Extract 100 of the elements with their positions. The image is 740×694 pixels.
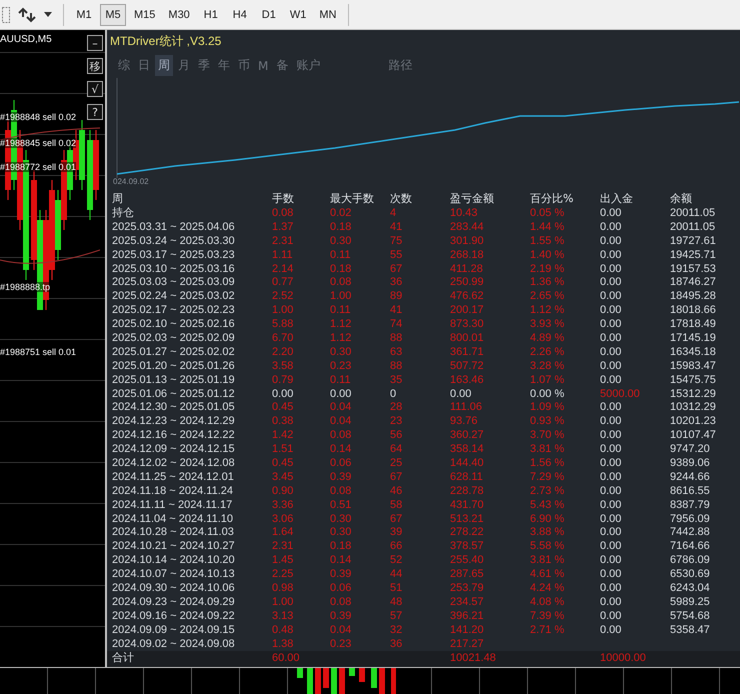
deposit-cell-text: 0.00 <box>600 608 622 623</box>
percent-cell-text: 2.65 % <box>530 289 566 304</box>
order-label: #1988888.tp <box>0 282 50 292</box>
pnl-cell-text: 507.72 <box>450 358 485 373</box>
percent-cell-text: 3.81 % <box>530 553 566 568</box>
grid-icon[interactable] <box>2 6 10 22</box>
column-header: 最大手数 <box>330 192 375 206</box>
timeframe-button[interactable]: H4 <box>226 4 253 26</box>
count-cell-text: 36 <box>390 636 404 651</box>
deposit-cell-text: 0.00 <box>600 400 622 414</box>
period-cell-text: 2024.09.09 ~ 2024.09.15 <box>112 622 236 637</box>
chart-button[interactable]: ? <box>87 104 103 120</box>
caret-icon[interactable] <box>44 12 52 17</box>
timeframe-button[interactable]: W1 <box>284 4 312 26</box>
lots-cell-text: 3.06 <box>272 512 294 526</box>
pnl-cell-text: 283.44 <box>450 220 485 234</box>
count-cell-text: 56 <box>390 428 404 442</box>
timeframe-button[interactable]: M15 <box>129 4 160 26</box>
chart-button[interactable]: 移 <box>87 58 103 74</box>
order-label: #1988751 sell 0.01 <box>0 347 76 357</box>
lots-cell-text: 0.90 <box>272 484 294 498</box>
percent-cell-text: 1.07 % <box>530 372 566 387</box>
balance-cell-text: 7956.09 <box>670 512 711 526</box>
pnl-cell-text: 361.71 <box>450 344 485 359</box>
column-header: 百分比% <box>530 192 574 206</box>
count-cell-text: 64 <box>390 442 404 456</box>
deposit-cell-text: 10000.00 <box>600 650 647 666</box>
count-cell-text: 39 <box>390 525 404 540</box>
lots-cell-text: 6.70 <box>272 331 294 346</box>
pnl-cell-text: 301.90 <box>450 234 485 248</box>
pnl-cell-text: 144.40 <box>450 456 485 470</box>
balance-cell-text: 10107.47 <box>670 428 717 442</box>
period-cell-text: 2024.09.23 ~ 2024.09.29 <box>112 594 236 609</box>
period-cell-text: 2024.11.11 ~ 2024.11.17 <box>112 498 234 512</box>
deposit-cell-text: 0.00 <box>600 289 622 304</box>
chart-button[interactable]: – <box>87 35 103 51</box>
count-cell-text: 4 <box>390 206 398 220</box>
deposit-cell-text: 0.00 <box>600 539 622 554</box>
max-lots-cell-text: 0.14 <box>330 553 352 568</box>
balance-cell-text: 18746.27 <box>670 275 717 290</box>
pnl-cell-text: 163.46 <box>450 372 485 387</box>
period-cell-text: 2024.11.25 ~ 2024.12.01 <box>112 470 235 484</box>
period-cell-text: 2024.10.21 ~ 2024.10.27 <box>112 539 236 554</box>
deposit-cell-text: 0.00 <box>600 372 622 387</box>
period-cell-text: 2025.03.17 ~ 2025.03.23 <box>112 248 236 262</box>
timeframe-button[interactable]: D1 <box>256 4 282 26</box>
candle <box>307 668 313 694</box>
count-cell-text: 67 <box>390 470 404 484</box>
pnl-cell-text: 10021.48 <box>450 650 497 666</box>
pnl-cell-text: 10.43 <box>450 206 479 220</box>
max-lots-cell-text: 0.18 <box>330 262 352 276</box>
percent-cell-text: 3.28 % <box>530 358 566 373</box>
max-lots-cell-text: 0.51 <box>330 498 352 512</box>
count-cell-text: 88 <box>390 331 404 346</box>
period-cell-text: 2025.02.10 ~ 2025.02.16 <box>112 317 236 332</box>
count-cell-text: 36 <box>390 275 404 290</box>
count-cell-text: 35 <box>390 372 404 387</box>
tab[interactable]: 周 <box>155 55 173 76</box>
timeframe-button[interactable]: M30 <box>163 4 195 26</box>
lots-cell-text: 0.00 <box>272 386 294 401</box>
balance-cell-text: 16345.18 <box>670 344 717 359</box>
balance-cell-text: 9389.06 <box>670 456 711 470</box>
max-lots-cell-text: 1.00 <box>330 289 352 304</box>
pnl-cell-text: 250.99 <box>450 275 485 290</box>
period-cell-text: 2025.01.27 ~ 2025.02.02 <box>112 344 236 359</box>
count-cell-text: 51 <box>390 581 404 596</box>
balance-cell-text: 7164.66 <box>670 539 711 554</box>
max-lots-cell-text: 0.30 <box>330 344 352 359</box>
percent-cell-text: 1.09 % <box>530 400 566 414</box>
percent-cell-text: 4.08 % <box>530 594 566 609</box>
balance-cell-text: 6243.04 <box>670 581 711 596</box>
percent-cell-text: 0.05 % <box>530 206 566 220</box>
balance-cell-text: 19425.71 <box>670 248 717 262</box>
chart-button[interactable]: √ <box>87 81 103 97</box>
lots-cell-text: 0.48 <box>272 622 294 637</box>
column-header: 出入金 <box>600 192 634 206</box>
period-cell-text: 2024.11.18 ~ 2024.11.24 <box>112 484 234 498</box>
count-cell-text: 44 <box>390 567 404 582</box>
timeframe-button[interactable]: M5 <box>100 4 126 26</box>
deposit-cell-text: 0.00 <box>600 498 622 512</box>
period-cell-text: 2025.02.17 ~ 2025.02.23 <box>112 303 236 318</box>
order-label: #1988848 sell 0.02 <box>0 112 76 122</box>
percent-cell-text: 1.12 % <box>530 303 566 318</box>
lots-cell-text: 1.00 <box>272 303 294 318</box>
lots-cell-text: 1.45 <box>272 553 294 568</box>
timeframe-button[interactable]: MN <box>314 4 342 26</box>
max-lots-cell-text: 0.08 <box>330 594 352 609</box>
timeframe-button[interactable]: H1 <box>198 4 224 26</box>
lots-cell-text: 2.20 <box>272 344 294 359</box>
deposit-cell-text: 0.00 <box>600 262 622 276</box>
max-lots-cell-text: 0.30 <box>330 525 352 540</box>
arrows-icon[interactable] <box>17 6 37 22</box>
percent-cell-text: 1.55 % <box>530 234 566 248</box>
timeframe-button[interactable]: M1 <box>71 4 97 26</box>
column-header: 次数 <box>390 192 413 206</box>
lots-cell-text: 0.77 <box>272 275 294 290</box>
deposit-cell-text: 0.00 <box>600 456 622 470</box>
max-lots-cell-text: 0.11 <box>330 303 352 318</box>
lots-cell-text: 0.98 <box>272 581 294 596</box>
max-lots-cell-text: 0.18 <box>330 539 352 554</box>
